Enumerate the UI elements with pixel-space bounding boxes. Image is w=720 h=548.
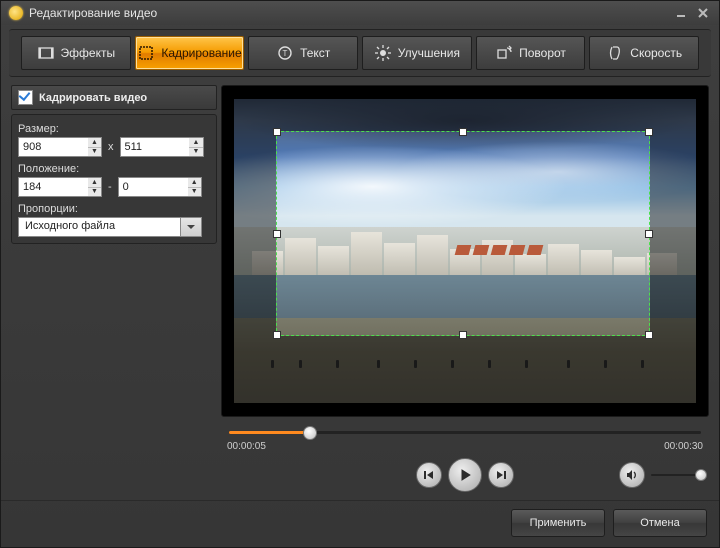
time-total: 00:00:30 <box>664 441 703 452</box>
aspect-label: Пропорции: <box>18 203 210 215</box>
tab-speed[interactable]: Скорость <box>589 36 699 70</box>
prev-button[interactable] <box>416 462 442 488</box>
app-icon <box>9 6 23 20</box>
pos-x-input[interactable] <box>18 177 88 197</box>
content: Кадрировать видео Размер: ▲▼ x ▲▼ Положе… <box>1 77 719 496</box>
crop-panel: Кадрировать видео Размер: ▲▼ x ▲▼ Положе… <box>11 85 217 492</box>
tab-text[interactable]: T Текст <box>248 36 358 70</box>
film-icon <box>37 44 55 62</box>
preview-panel: 00:00:05 00:00:30 <box>221 85 709 492</box>
spin-up-icon[interactable]: ▲ <box>88 178 101 188</box>
next-button[interactable] <box>488 462 514 488</box>
text-icon: T <box>276 44 294 62</box>
crop-icon <box>137 44 155 62</box>
aspect-select[interactable]: Исходного файла <box>18 217 202 237</box>
crop-rectangle[interactable] <box>276 131 650 336</box>
width-spinner[interactable]: ▲▼ <box>18 137 102 157</box>
pos-y-input[interactable] <box>118 177 188 197</box>
tab-label: Эффекты <box>61 46 116 60</box>
cancel-button[interactable]: Отмена <box>613 509 707 537</box>
time-current: 00:00:05 <box>227 441 266 452</box>
tab-rotate[interactable]: Поворот <box>476 36 586 70</box>
tab-enhance[interactable]: Улучшения <box>362 36 472 70</box>
crop-checkbox-label: Кадрировать видео <box>39 92 147 104</box>
video-preview[interactable] <box>234 99 696 403</box>
height-input[interactable] <box>120 137 190 157</box>
tab-label: Поворот <box>519 46 566 60</box>
volume-thumb[interactable] <box>695 469 707 481</box>
brightness-icon <box>374 44 392 62</box>
tab-label: Текст <box>300 46 330 60</box>
crop-handle[interactable] <box>459 128 467 136</box>
crop-handle[interactable] <box>459 331 467 339</box>
apply-button[interactable]: Применить <box>511 509 605 537</box>
pos-x-spinner[interactable]: ▲▼ <box>18 177 102 197</box>
spin-up-icon[interactable]: ▲ <box>88 138 101 148</box>
minimize-button[interactable] <box>673 5 689 21</box>
tab-effects[interactable]: Эффекты <box>21 36 131 70</box>
pos-sep: - <box>106 181 114 193</box>
spin-down-icon[interactable]: ▼ <box>88 188 101 197</box>
window-title: Редактирование видео <box>29 6 667 20</box>
tab-crop[interactable]: Кадрирование <box>135 36 245 70</box>
timeline-thumb[interactable] <box>303 426 317 440</box>
checkbox-icon[interactable] <box>18 90 33 105</box>
size-label: Размер: <box>18 123 210 135</box>
footer: Применить Отмена <box>1 500 719 547</box>
dropdown-icon[interactable] <box>180 217 202 237</box>
tab-label: Кадрирование <box>161 46 241 60</box>
spin-down-icon[interactable]: ▼ <box>88 148 101 157</box>
height-spinner[interactable]: ▲▼ <box>120 137 204 157</box>
pos-y-spinner[interactable]: ▲▼ <box>118 177 202 197</box>
tab-label: Улучшения <box>398 46 460 60</box>
width-input[interactable] <box>18 137 88 157</box>
preview-box <box>221 85 709 417</box>
size-sep: x <box>106 141 116 153</box>
player-controls: 00:00:05 00:00:30 <box>221 423 709 492</box>
rotate-icon <box>495 44 513 62</box>
crop-handle[interactable] <box>645 128 653 136</box>
tab-bar: Эффекты Кадрирование T Текст Улучшения П… <box>9 29 711 77</box>
tab-label: Скорость <box>630 46 682 60</box>
position-label: Положение: <box>18 163 210 175</box>
spin-up-icon[interactable]: ▲ <box>188 178 201 188</box>
volume-slider[interactable] <box>651 469 701 481</box>
crop-handle[interactable] <box>645 331 653 339</box>
crop-handle[interactable] <box>273 331 281 339</box>
spin-down-icon[interactable]: ▼ <box>189 148 202 157</box>
svg-text:T: T <box>283 49 288 58</box>
window: Редактирование видео Эффекты Кадрировани… <box>0 0 720 548</box>
close-button[interactable] <box>695 5 711 21</box>
spin-up-icon[interactable]: ▲ <box>189 138 202 148</box>
play-button[interactable] <box>448 458 482 492</box>
timeline-slider[interactable] <box>229 425 701 439</box>
spin-down-icon[interactable]: ▼ <box>188 188 201 197</box>
aspect-value: Исходного файла <box>18 217 180 237</box>
crop-handle[interactable] <box>645 230 653 238</box>
speed-icon <box>606 44 624 62</box>
crop-handle[interactable] <box>273 230 281 238</box>
titlebar: Редактирование видео <box>1 1 719 25</box>
volume-button[interactable] <box>619 462 645 488</box>
crop-checkbox-row[interactable]: Кадрировать видео <box>11 85 217 110</box>
crop-handle[interactable] <box>273 128 281 136</box>
